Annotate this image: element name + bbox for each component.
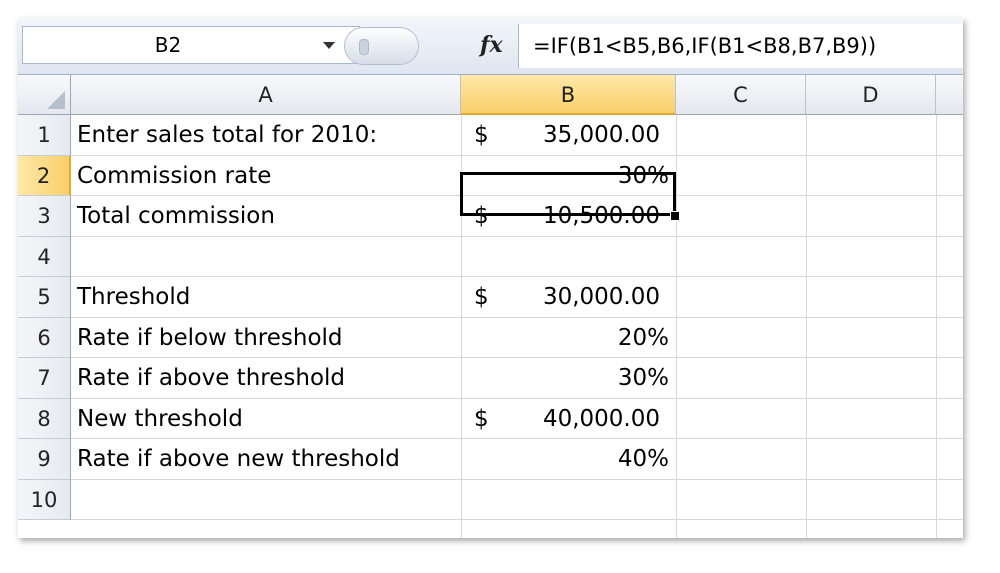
spreadsheet-window: B2 fx =IF(B1<B5,B6,IF(B1<B8,B7,B9)) A B … (18, 18, 963, 538)
column-header-e[interactable] (936, 75, 963, 115)
cell-b8[interactable]: 40,000.00 (498, 399, 660, 439)
cell-b10[interactable] (498, 480, 660, 520)
cell-b7[interactable]: 30% (498, 358, 669, 398)
row-header-4[interactable]: 4 (18, 236, 71, 277)
row-header-10[interactable]: 10 (18, 479, 71, 520)
formula-bar-resize-handle[interactable] (344, 27, 419, 65)
column-header-c[interactable]: C (676, 75, 806, 115)
cell-a9[interactable]: Rate if above new threshold (77, 439, 457, 479)
fill-handle[interactable] (670, 211, 680, 221)
cell-b4[interactable] (498, 237, 660, 277)
row-header-9[interactable]: 9 (18, 439, 71, 480)
cell-a2[interactable]: Commission rate (77, 156, 457, 196)
formula-bar: B2 fx =IF(B1<B5,B6,IF(B1<B8,B7,B9)) (18, 18, 963, 75)
worksheet-grid: A B C D 1 Enter sales total for 2010: $35,… (18, 75, 963, 538)
row-header-1[interactable]: 1 (18, 115, 71, 156)
cell-b1[interactable]: 35,000.00 (498, 115, 660, 155)
row-header-5[interactable]: 5 (18, 277, 71, 318)
row-header-8[interactable]: 8 (18, 398, 71, 439)
row-header-6[interactable]: 6 (18, 317, 71, 358)
row-header-2[interactable]: 2 (18, 155, 71, 196)
cell-b9[interactable]: 40% (498, 439, 669, 479)
name-box[interactable]: B2 (22, 26, 360, 64)
cell-b5[interactable]: 30,000.00 (498, 277, 660, 317)
select-all-button[interactable] (18, 75, 71, 115)
insert-function-button[interactable]: fx (480, 28, 508, 62)
formula-text: =IF(B1<B5,B6,IF(B1<B8,B7,B9)) (533, 34, 877, 58)
cell-a1[interactable]: Enter sales total for 2010: (77, 115, 457, 155)
row-header-3[interactable]: 3 (18, 196, 71, 237)
column-header-a[interactable]: A (71, 75, 461, 115)
cell-a7[interactable]: Rate if above threshold (77, 358, 457, 398)
row-header-7[interactable]: 7 (18, 358, 71, 399)
grid-line (676, 115, 677, 538)
grip-icon (359, 39, 369, 55)
formula-input[interactable]: =IF(B1<B5,B6,IF(B1<B8,B7,B9)) (518, 24, 963, 68)
cell-b6[interactable]: 20% (498, 318, 669, 358)
name-box-value: B2 (154, 33, 182, 57)
cell-a4[interactable] (77, 237, 457, 277)
cell-a6[interactable]: Rate if below threshold (77, 318, 457, 358)
column-header-d[interactable]: D (806, 75, 936, 115)
chevron-down-icon[interactable] (323, 42, 335, 49)
cell-a3[interactable]: Total commission (77, 196, 457, 236)
cell-a8[interactable]: New threshold (77, 399, 457, 439)
grid-line (806, 115, 807, 538)
cell-a10[interactable] (77, 480, 457, 520)
cell-a5[interactable]: Threshold (77, 277, 457, 317)
active-cell-border[interactable] (460, 172, 676, 216)
select-all-icon (47, 91, 65, 109)
column-header-b[interactable]: B (461, 75, 676, 115)
grid-line (936, 115, 937, 538)
